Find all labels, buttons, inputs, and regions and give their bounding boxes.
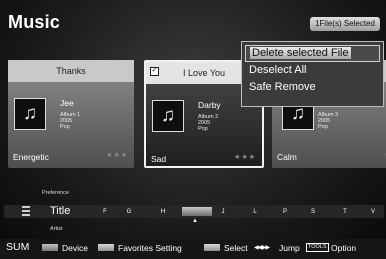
card-genre: Pop xyxy=(318,124,328,130)
card-mood: Energetic xyxy=(13,152,49,162)
music-note-icon: ♫ xyxy=(160,105,176,126)
sort-list-icon xyxy=(22,206,30,216)
caret-up-icon: ▲ xyxy=(192,218,198,224)
selection-count-badge: 1File(s) Selected xyxy=(309,17,380,31)
sort-option-previous[interactable]: Preference xyxy=(42,190,69,196)
footer-mode-label: SUM xyxy=(6,241,30,253)
index-letter-s[interactable]: S xyxy=(304,206,322,218)
alphabet-cursor[interactable] xyxy=(182,207,212,216)
page-title: Music xyxy=(8,12,61,32)
footer-jump[interactable]: Jump xyxy=(279,242,300,254)
index-letter-p[interactable]: P xyxy=(276,206,294,218)
card-meta: Album 1 2005 Pop xyxy=(60,112,80,130)
card-artist: Darby xyxy=(198,100,221,110)
card-meta: Album 3 2005 Pop xyxy=(318,112,338,130)
red-key-icon xyxy=(42,244,58,251)
footer-favorites-setting[interactable]: Favorites Setting xyxy=(118,242,182,254)
menu-item-deselect-all[interactable]: Deselect All xyxy=(245,62,380,79)
footer-device[interactable]: Device xyxy=(62,242,88,254)
album-art-thumbnail: ♫ xyxy=(152,100,184,132)
index-letter-j[interactable]: J xyxy=(214,206,232,218)
album-art-thumbnail: ♫ xyxy=(14,98,46,130)
rating-stars-icon: ★★★ xyxy=(234,154,256,161)
index-letter-l[interactable]: L xyxy=(246,206,264,218)
card-artist: Jee xyxy=(60,98,74,108)
footer-option[interactable]: Option xyxy=(331,242,356,254)
rating-stars-icon: ★★★ xyxy=(106,152,128,159)
menu-item-safe-remove[interactable]: Safe Remove xyxy=(245,79,380,96)
tv-music-screen: Music 1File(s) Selected Thanks ♫ Jee Alb… xyxy=(0,0,386,259)
sort-option-current[interactable]: Title xyxy=(50,205,70,217)
index-letter-h[interactable]: H xyxy=(154,206,172,218)
tools-context-menu: Delete selected File Deselect All Safe R… xyxy=(241,41,384,107)
card-genre: Pop xyxy=(60,124,70,130)
card-meta: Album 2 2005 Pop xyxy=(198,114,218,132)
menu-item-delete-selected-file[interactable]: Delete selected File xyxy=(245,45,380,62)
card-mood: Sad xyxy=(151,154,167,164)
music-card-thanks[interactable]: Thanks ♫ Jee Album 1 2005 Pop Energetic … xyxy=(8,60,134,168)
index-letter-f[interactable]: F xyxy=(96,206,114,218)
yellow-key-icon xyxy=(204,244,220,251)
skip-arrows-icon: ◀◀ ▶▶ xyxy=(254,245,270,251)
index-letter-g[interactable]: G xyxy=(120,206,138,218)
card-title: Thanks xyxy=(8,60,134,82)
music-note-icon: ♫ xyxy=(22,103,38,124)
sort-option-next[interactable]: Artist xyxy=(50,226,63,232)
footer-select[interactable]: Select xyxy=(224,242,248,254)
index-letter-v[interactable]: V xyxy=(364,206,382,218)
card-genre: Pop xyxy=(198,126,208,132)
index-letter-t[interactable]: T xyxy=(336,206,354,218)
green-key-icon xyxy=(98,244,114,251)
card-mood: Calm xyxy=(277,152,297,162)
selected-checkbox[interactable]: ✓ xyxy=(150,67,159,76)
tools-key-icon: TOOLS xyxy=(306,243,329,252)
